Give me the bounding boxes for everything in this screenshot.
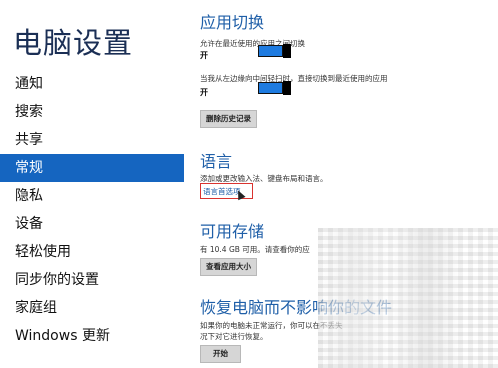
clear-history-button[interactable]: 删除历史记录 [200, 110, 257, 128]
toggle-knob[interactable] [283, 81, 291, 95]
sidebar-item-sync-settings[interactable]: 同步你的设置 [0, 266, 184, 294]
view-app-sizes-button[interactable]: 查看应用大小 [200, 258, 257, 276]
sidebar-item-ease-of-access[interactable]: 轻松使用 [0, 238, 184, 266]
sidebar-item-notifications[interactable]: 通知 [0, 70, 184, 98]
sidebar-item-share[interactable]: 共享 [0, 126, 184, 154]
recovery-description-line2: 况下对它进行恢复。 [200, 332, 268, 341]
toggle-fill [258, 45, 283, 57]
edge-swipe-option-description: 当我从左边缘向中间轻扫时，直接切换到最近使用的应用 [200, 74, 388, 83]
edge-swipe-toggle[interactable] [258, 81, 291, 95]
sidebar-item-windows-update[interactable]: Windows 更新 [0, 322, 184, 350]
app-switching-toggle[interactable] [258, 44, 291, 58]
app-switching-title: 应用切换 [200, 13, 265, 32]
blurred-region [318, 228, 498, 368]
recovery-start-button[interactable]: 开始 [200, 345, 241, 363]
storage-title: 可用存储 [200, 222, 265, 241]
language-title: 语言 [200, 152, 233, 171]
edge-swipe-option-state: 开 [200, 88, 208, 97]
sidebar: 电脑设置 通知 搜索 共享 常规 隐私 设备 轻松使用 同步你的设置 家庭组 W… [0, 0, 184, 368]
sidebar-item-devices[interactable]: 设备 [0, 210, 184, 238]
toggle-knob[interactable] [283, 44, 291, 58]
sidebar-item-search[interactable]: 搜索 [0, 98, 184, 126]
sidebar-item-privacy[interactable]: 隐私 [0, 182, 184, 210]
app-switching-option1-state: 开 [200, 51, 208, 60]
toggle-fill [258, 82, 283, 94]
sidebar-item-homegroup[interactable]: 家庭组 [0, 294, 184, 322]
app-title: 电脑设置 [13, 26, 134, 60]
sidebar-item-general[interactable]: 常规 [0, 154, 184, 182]
storage-description: 有 10.4 GB 可用。请查看你的应 [200, 245, 310, 254]
